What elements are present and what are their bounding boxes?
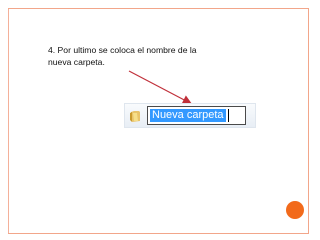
folder-name-selected-text[interactable]: Nueva carpeta [150, 109, 226, 122]
slide-accent-dot [286, 201, 304, 219]
folder-icon [130, 111, 140, 122]
instruction-caption: 4. Por ultimo se coloca el nombre de la … [48, 45, 197, 67]
folder-name-input[interactable]: Nueva carpeta [147, 106, 246, 125]
rename-row: Nueva carpeta [124, 103, 256, 128]
text-cursor [228, 109, 229, 122]
